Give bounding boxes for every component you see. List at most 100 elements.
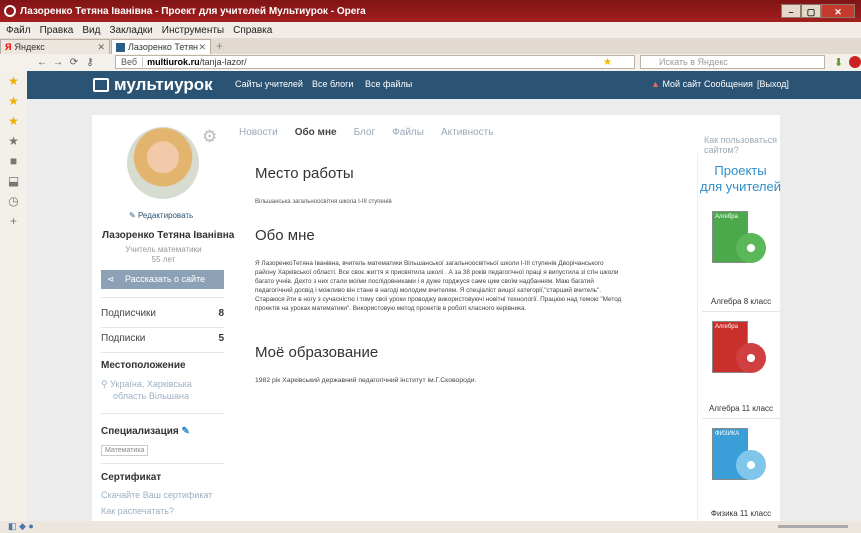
opera-logo-icon: [4, 5, 16, 17]
edit-profile-link[interactable]: ✎ Редактировать: [129, 211, 193, 220]
zoom-slider[interactable]: [778, 525, 848, 528]
add-panel-icon[interactable]: +: [0, 211, 27, 231]
download-icon[interactable]: ⬇: [834, 56, 843, 69]
tab-news[interactable]: Новости: [239, 127, 278, 138]
back-button[interactable]: ←: [34, 57, 50, 68]
subscriptions-count: 5: [218, 333, 224, 344]
edit-label: Редактировать: [137, 211, 194, 220]
site-logo[interactable]: мультиурок: [93, 75, 213, 95]
product-algebra-11[interactable]: Алгебра: [706, 319, 776, 389]
location-pin-icon: ⚲: [101, 379, 108, 389]
product-label[interactable]: Физика 11 класс: [698, 509, 784, 518]
age-text: 55 лет: [151, 255, 176, 264]
bookmark-star-icon[interactable]: ★: [0, 111, 27, 131]
share-label: Рассказать о сайте: [125, 274, 206, 284]
gear-icon[interactable]: ⚙: [202, 127, 217, 147]
divider: [702, 418, 780, 419]
nav-my-site[interactable]: ▲ Мой сайт: [651, 79, 701, 89]
menu-file[interactable]: Файл: [6, 25, 31, 36]
downloads-icon[interactable]: ⬓: [0, 171, 27, 191]
maximize-button[interactable]: ▢: [801, 4, 821, 18]
disc-icon: [736, 233, 766, 263]
certificate-heading: Сертификат: [101, 472, 162, 483]
tab-label: Лазоренко Тетяна Иван...: [128, 42, 199, 52]
nav-all-files[interactable]: Все файлы: [365, 79, 412, 89]
share-button[interactable]: ⋖ Рассказать о сайте: [101, 270, 224, 289]
subscribers-row[interactable]: Подписчики 8: [101, 308, 224, 319]
logo-text: мультиурок: [114, 75, 213, 94]
disc-icon: [736, 343, 766, 373]
how-to-print-link[interactable]: Как распечатать?: [101, 506, 174, 516]
status-bar: ◧ ◆ ●: [0, 521, 861, 533]
product-physics-11[interactable]: ФИЗИКА: [706, 426, 776, 496]
about-heading: Обо мне: [255, 227, 315, 244]
bookmark-star-icon[interactable]: ★: [603, 57, 612, 68]
bookmark-star-icon[interactable]: ★: [0, 71, 27, 91]
nav-logout[interactable]: [Выход]: [757, 79, 789, 89]
tab-blog[interactable]: Блог: [354, 127, 376, 138]
forward-button[interactable]: →: [50, 57, 66, 68]
subscriptions-label: Подписки: [101, 333, 146, 344]
product-box-text: ФИЗИКА: [715, 431, 740, 437]
tab-close-icon[interactable]: ✕: [198, 42, 206, 53]
search-input[interactable]: Искать в Яндекс: [640, 55, 825, 69]
page-viewport: мультиурок Сайты учителей Все блоги Все …: [27, 71, 861, 521]
opera-menu-icon[interactable]: [849, 56, 861, 68]
role-text: Учитель математики: [125, 245, 202, 254]
location-line2: область Вільшана: [113, 391, 189, 401]
download-certificate-link[interactable]: Скачайте Ваш сертификат: [101, 490, 212, 500]
how-to-use-link[interactable]: Как пользоваться сайтом?: [704, 135, 780, 155]
menu-bookmarks[interactable]: Закладки: [109, 25, 152, 36]
site-header: мультиурок Сайты учителей Все блоги Все …: [27, 71, 861, 99]
user-icon: ▲: [651, 79, 660, 89]
notes-icon[interactable]: ■: [0, 151, 27, 171]
navigation-bar: ← → ⟳ ⚷ Веб multiurok.ru /tanja-lazor/ ★…: [0, 54, 861, 71]
projects-sidebar: Проекты для учителей Алгебра Алгебра 8 к…: [697, 153, 783, 521]
menu-view[interactable]: Вид: [82, 25, 100, 36]
specialization-heading: Специализация ✎: [101, 426, 190, 437]
menu-edit[interactable]: Правка: [40, 25, 74, 36]
profile-role: Учитель математики 55 лет: [102, 245, 225, 265]
product-label[interactable]: Алгебра 11 класс: [698, 404, 784, 413]
tab-about[interactable]: Обо мне: [295, 127, 337, 138]
menu-tools[interactable]: Инструменты: [162, 25, 224, 36]
avatar: [127, 127, 199, 199]
nav-messages[interactable]: Сообщения: [704, 79, 753, 89]
product-label[interactable]: Алгебра 8 класс: [698, 297, 784, 306]
tab-label: Яндекс: [14, 42, 45, 52]
subscriptions-row[interactable]: Подписки 5: [101, 333, 224, 344]
reload-button[interactable]: ⟳: [66, 57, 82, 68]
about-text: Я ЛазоренкоТетяна Іванівна, вчитель мате…: [255, 260, 622, 312]
tab-files[interactable]: Файлы: [392, 127, 424, 138]
divider: [101, 413, 224, 414]
location-heading: Местоположение: [101, 360, 186, 371]
bookmarks-icon[interactable]: ★: [0, 131, 27, 151]
divider: [101, 297, 224, 298]
bookmark-star-icon[interactable]: ★: [0, 91, 27, 111]
new-tab-button[interactable]: +: [216, 39, 223, 53]
window-titlebar: Лазоренко Тетяна Іванівна - Проект для у…: [0, 0, 861, 22]
history-icon[interactable]: ◷: [0, 191, 27, 211]
nav-all-blogs[interactable]: Все блоги: [312, 79, 353, 89]
specialization-label: Специализация: [101, 426, 179, 437]
tab-activity[interactable]: Активность: [441, 127, 494, 138]
menu-help[interactable]: Справка: [233, 25, 272, 36]
tab-close-icon[interactable]: ✕: [97, 42, 105, 53]
projects-title-line2: для учителей: [699, 179, 782, 194]
edit-icon[interactable]: ✎: [182, 426, 190, 437]
panel-toggle-icon[interactable]: ◧ ◆ ●: [8, 521, 34, 532]
location-line1: Україна, Харківська: [110, 379, 192, 389]
multiurok-favicon-icon: [116, 42, 125, 52]
nav-teacher-sites[interactable]: Сайты учителей: [235, 79, 303, 89]
minimize-button[interactable]: –: [781, 4, 801, 18]
projects-title-line1: Проекты: [714, 163, 767, 178]
key-icon[interactable]: ⚷: [82, 57, 98, 68]
address-bar[interactable]: Веб multiurok.ru /tanja-lazor/ ★: [115, 55, 635, 69]
profile-card: ⚙ ✎ Редактировать Лазоренко Тетяна Івані…: [92, 115, 783, 521]
tab-profile[interactable]: Лазоренко Тетяна Иван... ✕: [111, 39, 211, 54]
product-algebra-8[interactable]: Алгебра: [706, 209, 776, 279]
projects-title: Проекты для учителей: [698, 163, 783, 195]
tab-yandex[interactable]: Я Яндекс ✕: [0, 39, 110, 54]
close-button[interactable]: ✕: [821, 4, 855, 18]
divider: [101, 463, 224, 464]
